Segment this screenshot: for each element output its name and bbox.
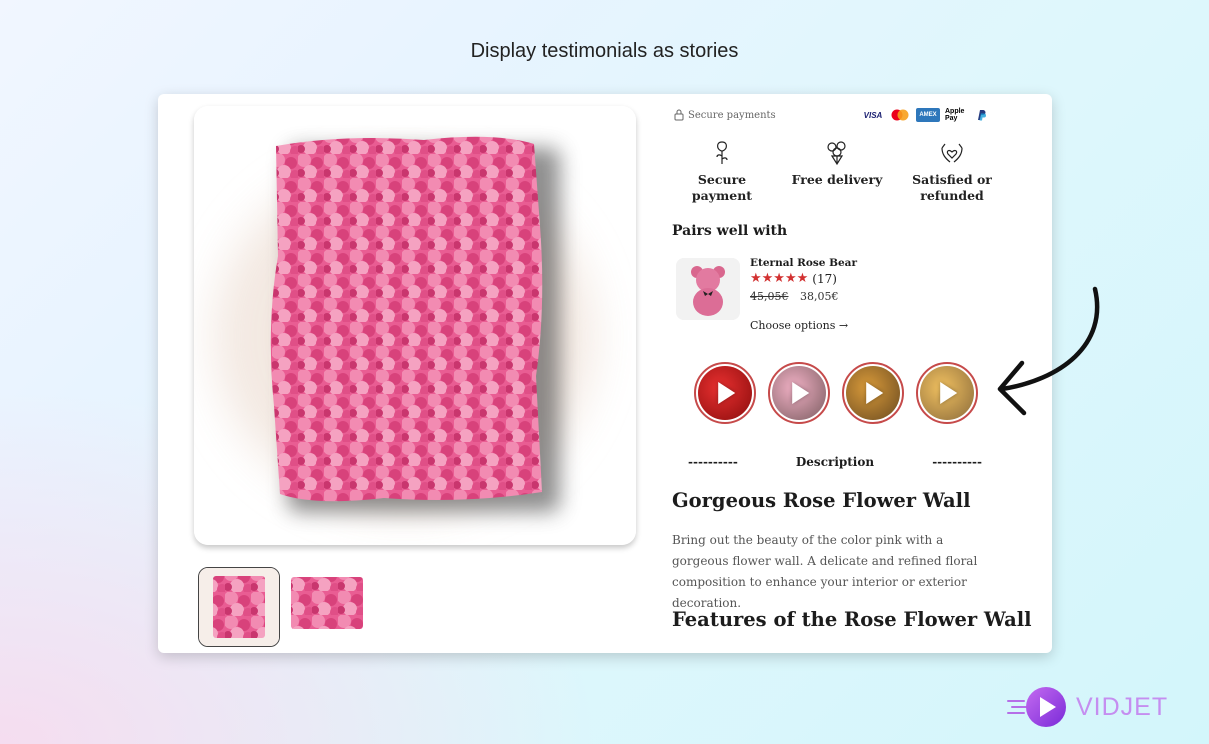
play-icon <box>792 382 810 404</box>
description-tab[interactable]: Description <box>796 455 874 469</box>
lock-icon <box>674 109 684 121</box>
story-thumbnail <box>920 366 974 420</box>
curved-arrow-icon <box>997 286 1100 416</box>
vidjet-logo: VIDJET <box>1006 685 1168 729</box>
old-price: 45,05€ <box>750 290 789 303</box>
divider-left: ---------- <box>688 455 738 469</box>
feature-satisfied-refunded: Satisfied or refunded <box>902 140 1002 204</box>
secure-payments-row: Secure payments VISA AMEX Apple Pay <box>672 108 992 124</box>
hands-heart-icon <box>941 143 963 163</box>
rose-bear-image <box>676 258 740 320</box>
story-video-2[interactable] <box>768 362 830 424</box>
play-icon <box>866 382 884 404</box>
divider-right: ---------- <box>932 455 982 469</box>
story-thumbnail <box>698 366 752 420</box>
pair-product-name[interactable]: Eternal Rose Bear <box>750 257 857 269</box>
product-info-panel: Secure payments VISA AMEX Apple Pay Secu… <box>672 94 1032 653</box>
apple-pay-icon: Apple Pay <box>945 108 965 122</box>
video-stories <box>694 362 978 424</box>
product-heading: Gorgeous Rose Flower Wall <box>672 489 971 512</box>
description-tab-row: ---------- Description ---------- <box>688 455 982 469</box>
features-heading: Features of the Rose Flower Wall <box>672 608 1032 631</box>
product-page-card: Secure payments VISA AMEX Apple Pay Secu… <box>158 94 1052 653</box>
thumbnail-image <box>199 568 279 646</box>
paypal-icon <box>974 108 988 122</box>
trust-features: Secure payment Free delivery Satisfied o… <box>672 140 1002 204</box>
story-video-4[interactable] <box>916 362 978 424</box>
sale-price: 38,05€ <box>800 290 839 303</box>
vidjet-play-logo-icon <box>1007 687 1066 727</box>
pair-product-rating: ★★★★★ (17) <box>750 271 837 286</box>
story-video-3[interactable] <box>842 362 904 424</box>
vidjet-logo-text: VIDJET <box>1076 692 1169 721</box>
feature-free-delivery: Free delivery <box>787 140 887 204</box>
rose-icon <box>716 141 728 164</box>
play-icon <box>718 382 736 404</box>
review-count: (17) <box>812 271 837 286</box>
visa-icon: VISA <box>863 110 883 120</box>
pair-product-prices: 45,05€ 38,05€ <box>750 290 839 303</box>
page-headline: Display testimonials as stories <box>470 40 739 62</box>
main-product-image[interactable] <box>194 106 636 545</box>
rose-flower-wall-image <box>194 106 636 545</box>
thumbnail-image <box>286 567 368 647</box>
amex-icon: AMEX <box>916 108 940 122</box>
feature-secure-payment: Secure payment <box>672 140 772 204</box>
mastercard-icon <box>889 108 911 122</box>
star-rating-icon: ★★★★★ <box>750 271 809 286</box>
flower-bouquet-icon <box>827 141 846 166</box>
pairs-well-with-heading: Pairs well with <box>672 223 788 239</box>
choose-options-link[interactable]: Choose options → <box>750 319 848 332</box>
pair-product-image[interactable] <box>676 258 740 320</box>
thumbnail-2[interactable] <box>286 567 368 647</box>
product-description: Bring out the beauty of the color pink w… <box>672 533 978 610</box>
secure-payments-label: Secure payments <box>688 110 776 121</box>
story-thumbnail <box>846 366 900 420</box>
thumbnail-1[interactable] <box>198 567 280 647</box>
play-icon <box>940 382 958 404</box>
story-thumbnail <box>772 366 826 420</box>
story-video-1[interactable] <box>694 362 756 424</box>
payment-icons: VISA AMEX Apple Pay <box>862 108 988 122</box>
